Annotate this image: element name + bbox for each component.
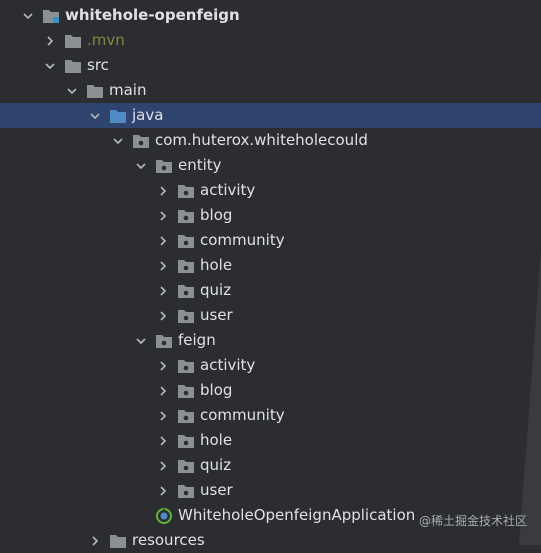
watermark-text: @稀土掘金技术社区 xyxy=(418,514,527,528)
window-edge-decoration xyxy=(519,250,541,545)
tree-row-entity[interactable]: entity xyxy=(0,153,541,178)
chevron-down-icon[interactable] xyxy=(133,158,149,174)
package-icon xyxy=(177,308,195,324)
tree-row-feign-user[interactable]: user xyxy=(0,478,541,503)
package-icon xyxy=(155,158,173,174)
tree-row-label: activity xyxy=(200,181,256,199)
tree-row-label: blog xyxy=(200,206,233,224)
tree-row-label: src xyxy=(87,56,109,74)
tree-row-feign-activity[interactable]: activity xyxy=(0,353,541,378)
chevron-right-icon[interactable] xyxy=(155,458,171,474)
tree-row-label: hole xyxy=(200,431,233,449)
chevron-right-icon[interactable] xyxy=(155,383,171,399)
tree-row-whitehole-openfeign[interactable]: whitehole-openfeign xyxy=(0,3,541,28)
tree-row-entity-hole[interactable]: hole xyxy=(0,253,541,278)
tree-row-label: resources xyxy=(132,531,205,549)
tree-row-feign-quiz[interactable]: quiz xyxy=(0,453,541,478)
chevron-right-icon[interactable] xyxy=(155,283,171,299)
chevron-right-icon[interactable] xyxy=(87,533,103,549)
chevron-right-icon[interactable] xyxy=(42,33,58,49)
tree-row-package-root[interactable]: com.huterox.whiteholecould xyxy=(0,128,541,153)
tree-row-entity-user[interactable]: user xyxy=(0,303,541,328)
tree-row-feign-hole[interactable]: hole xyxy=(0,428,541,453)
chevron-down-icon[interactable] xyxy=(110,133,126,149)
chevron-right-icon[interactable] xyxy=(155,183,171,199)
module-folder-icon xyxy=(42,8,60,24)
package-icon xyxy=(177,258,195,274)
chevron-down-icon[interactable] xyxy=(20,8,36,24)
tree-row-label: feign xyxy=(178,331,216,349)
source-root-folder-icon xyxy=(109,108,127,124)
spring-boot-class-icon xyxy=(155,507,173,524)
tree-row-mvn[interactable]: .mvn xyxy=(0,28,541,53)
tree-row-entity-community[interactable]: community xyxy=(0,228,541,253)
package-icon xyxy=(155,333,173,349)
chevron-right-icon[interactable] xyxy=(155,358,171,374)
tree-row-feign-community[interactable]: community xyxy=(0,403,541,428)
tree-row-label: community xyxy=(200,406,285,424)
tree-row-src[interactable]: src xyxy=(0,53,541,78)
tree-row-label: blog xyxy=(200,381,233,399)
folder-icon xyxy=(64,33,82,49)
tree-row-label: activity xyxy=(200,356,256,374)
tree-row-label: community xyxy=(200,231,285,249)
package-icon xyxy=(177,358,195,374)
tree-row-label: WhiteholeOpenfeignApplication xyxy=(178,506,416,524)
package-icon xyxy=(177,233,195,249)
package-icon xyxy=(177,458,195,474)
chevron-right-icon[interactable] xyxy=(155,433,171,449)
folder-icon xyxy=(109,533,127,549)
package-icon xyxy=(177,208,195,224)
chevron-down-icon[interactable] xyxy=(64,83,80,99)
chevron-right-icon[interactable] xyxy=(155,208,171,224)
tree-row-feign[interactable]: feign xyxy=(0,328,541,353)
tree-row-label: quiz xyxy=(200,456,232,474)
tree-row-label: hole xyxy=(200,256,233,274)
package-icon xyxy=(177,408,195,424)
chevron-right-icon[interactable] xyxy=(155,408,171,424)
package-icon xyxy=(177,433,195,449)
tree-row-label: com.huterox.whiteholecould xyxy=(155,131,368,149)
tree-row-label: java xyxy=(132,106,164,124)
package-icon xyxy=(177,383,195,399)
tree-row-label: quiz xyxy=(200,281,232,299)
package-icon xyxy=(177,483,195,499)
chevron-down-icon[interactable] xyxy=(42,58,58,74)
tree-row-entity-activity[interactable]: activity xyxy=(0,178,541,203)
chevron-down-icon[interactable] xyxy=(133,333,149,349)
tree-row-label: .mvn xyxy=(87,31,125,49)
tree-row-resources[interactable]: resources xyxy=(0,528,541,553)
tree-row-main[interactable]: main xyxy=(0,78,541,103)
folder-icon xyxy=(86,83,104,99)
project-tree: whitehole-openfeign .mvn src main java c… xyxy=(0,0,541,549)
chevron-down-icon[interactable] xyxy=(87,108,103,124)
tree-row-label: entity xyxy=(178,156,222,174)
chevron-right-icon[interactable] xyxy=(155,258,171,274)
tree-row-label: user xyxy=(200,481,233,499)
package-icon xyxy=(132,133,150,149)
chevron-right-icon[interactable] xyxy=(155,483,171,499)
tree-row-entity-blog[interactable]: blog xyxy=(0,203,541,228)
tree-row-entity-quiz[interactable]: quiz xyxy=(0,278,541,303)
tree-row-label: whitehole-openfeign xyxy=(65,6,240,24)
package-icon xyxy=(177,183,195,199)
tree-row-java[interactable]: java xyxy=(0,103,541,128)
package-icon xyxy=(177,283,195,299)
chevron-right-icon[interactable] xyxy=(155,308,171,324)
folder-icon xyxy=(64,58,82,74)
chevron-right-icon[interactable] xyxy=(155,233,171,249)
tree-row-label: user xyxy=(200,306,233,324)
tree-row-label: main xyxy=(109,81,147,99)
tree-row-feign-blog[interactable]: blog xyxy=(0,378,541,403)
